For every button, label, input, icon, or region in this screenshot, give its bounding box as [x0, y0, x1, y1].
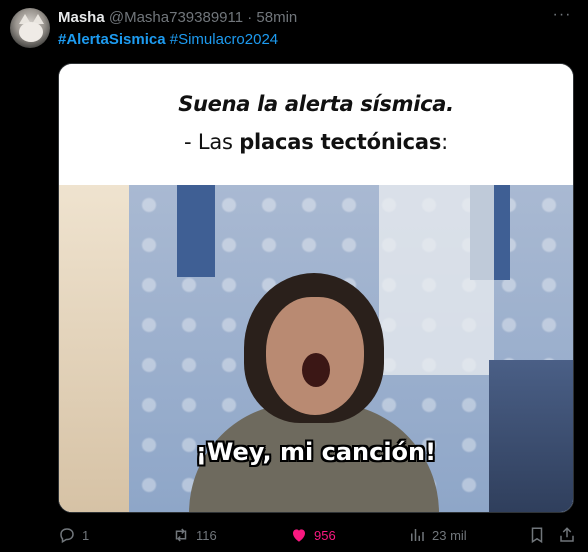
- photo-chair: [489, 360, 573, 512]
- views-button[interactable]: 23 mil: [408, 524, 467, 546]
- like-count: 956: [314, 527, 336, 543]
- tweet-media[interactable]: Suena la alerta sísmica. - Las placas te…: [58, 63, 574, 513]
- share-button[interactable]: [558, 524, 576, 546]
- meme-subtitle: ¡Wey, mi canción!: [195, 438, 437, 466]
- avatar[interactable]: [10, 8, 50, 48]
- avatar-face: [19, 22, 43, 42]
- photo-person: [189, 273, 439, 512]
- retweet-button[interactable]: 116: [172, 524, 217, 546]
- caption-line-2-bold: placas tectónicas: [239, 130, 442, 154]
- author-handle[interactable]: @Masha739389911: [109, 9, 243, 26]
- bookmark-button[interactable]: [528, 524, 546, 546]
- tweet-text: #AlertaSismica #Simulacro2024: [58, 31, 278, 49]
- like-button[interactable]: 956: [290, 524, 336, 546]
- views-icon: [411, 529, 424, 541]
- reply-icon: [60, 528, 74, 544]
- share-icon: [560, 527, 574, 542]
- tweet-actions: 1 116 956 23 mil: [58, 524, 578, 546]
- reply-count: 1: [82, 527, 90, 543]
- more-icon[interactable]: ···: [550, 6, 574, 26]
- curtain-stripe-left: [177, 185, 215, 277]
- author-name[interactable]: Masha: [58, 9, 105, 26]
- person-mouth: [302, 353, 330, 387]
- retweet-icon: [175, 528, 187, 542]
- caption-line-2-prefix: - Las: [183, 130, 240, 154]
- tweet-header: Masha @Masha739389911 · 58min: [58, 9, 548, 27]
- hashtag-alertasismica[interactable]: #AlertaSismica: [58, 31, 166, 48]
- caption-line-1: Suena la alerta sísmica.: [178, 92, 454, 116]
- reply-button[interactable]: 1: [58, 524, 89, 546]
- bookmark-icon: [531, 527, 543, 544]
- heart-icon: [293, 529, 305, 542]
- retweet-count: 116: [196, 527, 217, 543]
- separator-dot: ·: [247, 9, 253, 26]
- tweet[interactable]: Masha @Masha739389911 · 58min ··· #Alert…: [0, 0, 588, 552]
- views-count: 23 mil: [432, 527, 467, 543]
- hashtag-simulacro2024[interactable]: #Simulacro2024: [170, 31, 278, 48]
- caption-line-2-suffix: :: [441, 130, 449, 154]
- meme-photo: ¡Wey, mi canción!: [59, 185, 573, 512]
- tweet-time[interactable]: 58min: [256, 9, 297, 26]
- meme-caption: Suena la alerta sísmica. - Las placas te…: [59, 64, 573, 185]
- caption-line-2: - Las placas tectónicas:: [59, 130, 573, 154]
